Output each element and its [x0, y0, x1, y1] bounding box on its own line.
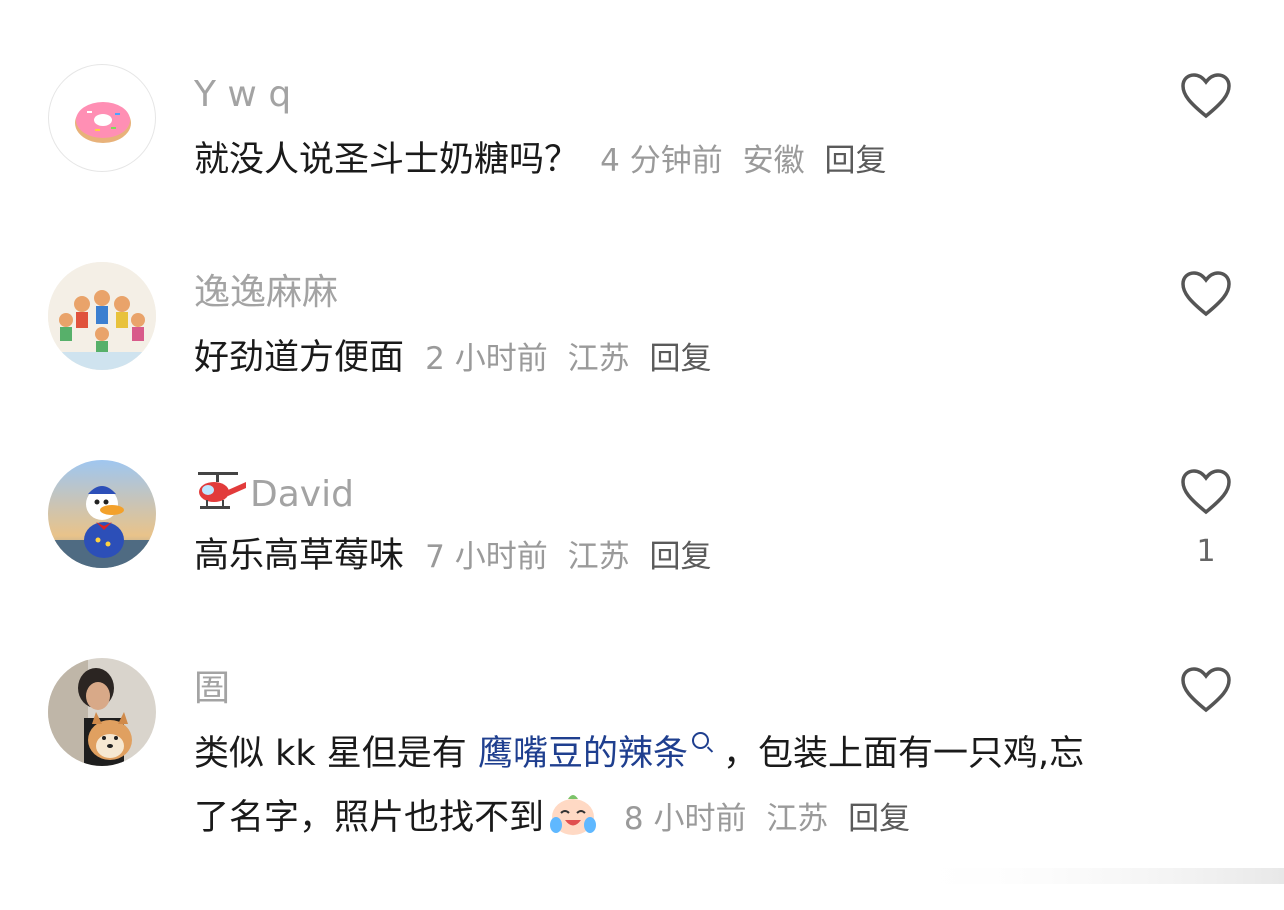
heart-icon[interactable]: [1180, 270, 1232, 318]
comment-time: 2 小时前: [425, 341, 548, 377]
comment-meta: 4 分钟前 安徽 回复: [590, 143, 886, 179]
reply-button[interactable]: 回复: [848, 801, 910, 837]
crying-laughing-emoji-icon: [550, 795, 597, 835]
username[interactable]: 圄: [194, 664, 230, 714]
username[interactable]: Y w q: [194, 70, 291, 120]
helicopter-icon: [198, 472, 246, 509]
comment-location: 江苏: [567, 341, 630, 377]
search-icon[interactable]: [691, 732, 709, 749]
person-with-shiba-photo: [48, 658, 156, 766]
username[interactable]: David: [194, 466, 354, 520]
username[interactable]: 逸逸麻麻: [194, 268, 338, 318]
username-text: David: [250, 474, 354, 515]
avatar[interactable]: [48, 460, 156, 568]
watermark-decoration: [900, 868, 1284, 884]
cartoon-kids-photo: [48, 262, 156, 370]
comment-time: 4 分钟前: [600, 143, 723, 179]
comment-meta: 2 小时前 江苏 回复: [415, 341, 711, 377]
comment-text: 就没人说圣斗士奶糖吗？ 4 分钟前 安徽 回复: [194, 128, 1114, 193]
reply-button[interactable]: 回复: [649, 341, 711, 377]
comment-text: 高乐高草莓味 7 小时前 江苏 回复: [194, 524, 1114, 589]
comment-time: 8 小时前: [623, 801, 747, 837]
heart-icon[interactable]: [1180, 468, 1232, 516]
comment-text: 类似 kk 星但是有 鹰嘴豆的辣条 ，包装上面有一只鸡,忘了名字，照片也找不到 8…: [194, 722, 1114, 851]
heart-icon[interactable]: [1180, 72, 1232, 120]
comment-text: 好劲道方便面 2 小时前 江苏 回复: [194, 326, 1114, 391]
search-link[interactable]: 鹰嘴豆的辣条: [478, 734, 688, 774]
donald-duck-photo: [48, 460, 156, 568]
heart-icon[interactable]: [1180, 666, 1232, 714]
comment-time: 7 小时前: [425, 539, 548, 575]
comment-location: 江苏: [766, 801, 829, 837]
avatar[interactable]: [48, 262, 156, 370]
avatar[interactable]: [48, 64, 156, 172]
comment-content: 就没人说圣斗士奶糖吗？: [194, 140, 580, 180]
comment-meta: 7 小时前 江苏 回复: [415, 539, 711, 575]
comment-location: 安徽: [742, 143, 805, 179]
donut-icon: [75, 102, 131, 143]
like-count: 1: [1196, 534, 1216, 569]
comment-location: 江苏: [567, 539, 630, 575]
comment-content: 高乐高草莓味: [194, 536, 405, 576]
reply-button[interactable]: 回复: [824, 143, 886, 179]
avatar[interactable]: [48, 658, 156, 766]
comment-content: 类似 kk 星但是有: [194, 734, 467, 774]
comment-content: 好劲道方便面: [194, 338, 405, 378]
reply-button[interactable]: 回复: [649, 539, 711, 575]
comment-meta: 8 小时前 江苏 回复: [604, 801, 910, 837]
